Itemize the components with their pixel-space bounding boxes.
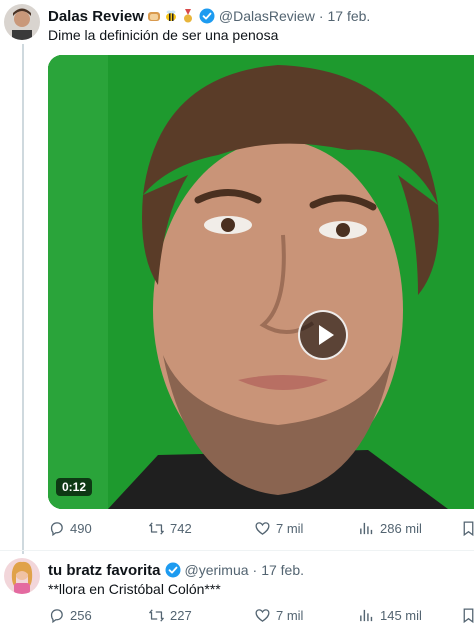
tweet-date[interactable]: 17 feb.: [327, 8, 370, 24]
tweet-header: Dalas Review @DalasReview · 17 feb.: [48, 6, 370, 26]
tweet-yerimua[interactable]: tu bratz favorita @yerimua · 17 feb. **l…: [0, 552, 474, 632]
repost-icon: [149, 609, 164, 622]
tweet-divider: [0, 550, 474, 551]
avatar[interactable]: [4, 558, 40, 594]
like-count: 7 mil: [276, 521, 304, 536]
like-button[interactable]: 7 mil: [254, 607, 303, 624]
reply-count: 490: [70, 521, 92, 536]
reply-icon: [50, 609, 63, 624]
view-count: 286 mil: [380, 521, 422, 536]
reply-button[interactable]: 490: [48, 520, 92, 537]
play-button-icon[interactable]: [298, 310, 348, 360]
tweet-dalas[interactable]: Dalas Review @DalasReview · 17 feb. Dime…: [0, 0, 474, 554]
repost-button[interactable]: 227: [148, 607, 192, 624]
repost-button[interactable]: 742: [148, 520, 192, 537]
author-handle[interactable]: @yerimua: [185, 562, 249, 578]
tweet-header: tu bratz favorita @yerimua · 17 feb.: [48, 560, 304, 580]
reply-button[interactable]: 256: [48, 607, 92, 624]
bread-emoji-icon: [147, 9, 161, 23]
video-thumbnail: [48, 55, 474, 509]
bookmark-icon: [463, 608, 474, 624]
author-name[interactable]: tu bratz favorita: [48, 562, 161, 579]
views-button[interactable]: 286 mil: [358, 520, 422, 537]
views-button[interactable]: 145 mil: [358, 607, 422, 624]
bookmark-button[interactable]: [460, 607, 474, 624]
video-player[interactable]: [48, 55, 474, 509]
tweet-text: Dime la definición de ser una penosa: [48, 27, 279, 43]
tweet-actions: 490 742 7 mil 286 mil: [48, 520, 474, 540]
tweet-actions: 256 227 7 mil 145 mil: [48, 607, 474, 627]
author-handle[interactable]: @DalasReview: [219, 8, 315, 24]
tweet-text: **llora en Cristóbal Colón***: [48, 581, 221, 597]
avatar[interactable]: [4, 4, 40, 40]
verified-badge-icon: [199, 8, 215, 24]
heart-icon: [255, 609, 270, 622]
video-duration: 0:12: [56, 478, 93, 496]
like-count: 7 mil: [276, 608, 304, 623]
heart-icon: [255, 522, 270, 535]
views-icon: [360, 522, 373, 535]
like-button[interactable]: 7 mil: [254, 520, 303, 537]
bookmark-icon: [463, 521, 474, 537]
view-count: 145 mil: [380, 608, 422, 623]
reply-count: 256: [70, 608, 92, 623]
author-name[interactable]: Dalas Review: [48, 8, 144, 25]
medal-emoji-icon: [181, 9, 195, 23]
separator: ·: [318, 8, 324, 24]
bee-emoji-icon: [164, 9, 178, 23]
bookmark-button[interactable]: [460, 520, 474, 537]
repost-count: 742: [170, 521, 192, 536]
views-icon: [360, 609, 373, 622]
separator: ·: [252, 562, 258, 578]
reply-icon: [50, 522, 63, 537]
tweet-date[interactable]: 17 feb.: [261, 562, 304, 578]
verified-badge-icon: [165, 562, 181, 578]
thread-line: [22, 44, 24, 554]
repost-count: 227: [170, 608, 192, 623]
repost-icon: [149, 522, 164, 535]
